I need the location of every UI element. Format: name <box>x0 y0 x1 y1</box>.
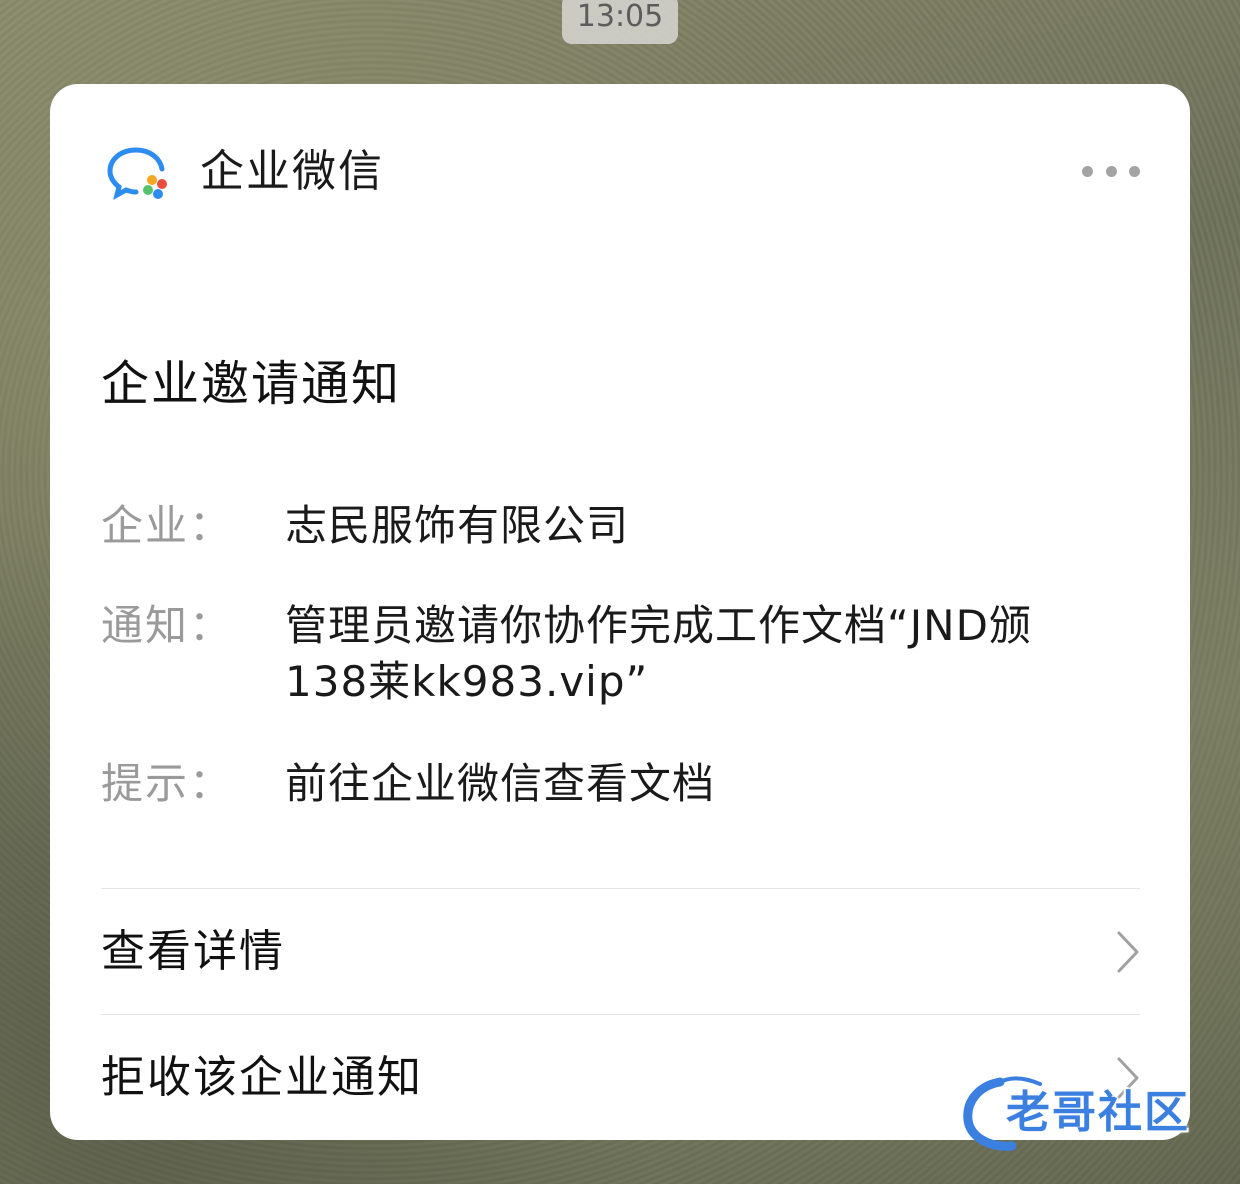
field-row-company: 企业： 志民服饰有限公司 <box>101 498 1101 554</box>
action-label: 查看详情 <box>101 926 285 977</box>
more-dots-icon <box>1105 165 1117 177</box>
field-label: 通知： <box>101 601 234 650</box>
reject-notifications-button[interactable]: 拒收该企业通知 <box>101 1028 1140 1128</box>
divider <box>101 1014 1140 1015</box>
chevron-right-icon <box>1117 931 1139 973</box>
field-value: 志民服饰有限公司 <box>285 501 630 550</box>
notice-title: 企业邀请通知 <box>101 356 402 412</box>
status-time: 13:05 <box>562 0 678 44</box>
wecom-chat-icon <box>107 147 167 200</box>
app-name: 企业微信 <box>200 146 384 197</box>
card-header: 企业微信 <box>50 84 1190 264</box>
more-options-button[interactable] <box>1082 156 1140 186</box>
more-dots-icon <box>1129 165 1140 177</box>
field-value: 管理员邀请你协作完成工作文档“JND颁138莱kk983.vip” <box>285 601 1032 706</box>
view-details-button[interactable]: 查看详情 <box>101 902 1140 1002</box>
field-row-notice: 通知： 管理员邀请你协作完成工作文档“JND颁138莱kk983.vip” <box>101 598 1101 710</box>
action-label: 拒收该企业通知 <box>101 1052 423 1103</box>
chevron-right-icon <box>1117 1057 1139 1099</box>
divider <box>101 888 1140 889</box>
field-label: 提示： <box>101 759 234 808</box>
field-value: 前往企业微信查看文档 <box>285 759 716 808</box>
notification-card: 企业微信 企业邀请通知 企业： 志民服饰有限公司 通知： 管理员邀请你协作完成工… <box>50 84 1190 1140</box>
field-label: 企业： <box>101 501 234 550</box>
more-dots-icon <box>1082 165 1093 177</box>
field-row-tip: 提示： 前往企业微信查看文档 <box>101 756 1101 812</box>
